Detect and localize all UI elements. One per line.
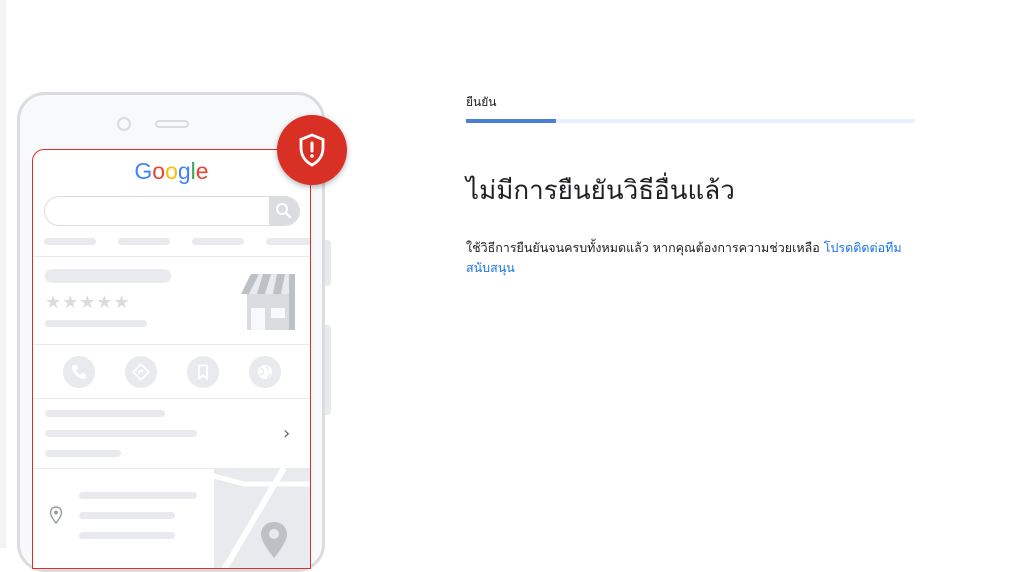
phone-side-button [325, 240, 331, 286]
google-logo-letter: o [152, 158, 166, 184]
divider [33, 256, 310, 257]
alert-badge [277, 115, 347, 185]
google-logo-letter: e [195, 158, 209, 184]
divider [33, 344, 310, 345]
shield-alert-icon [299, 133, 325, 167]
phone-side-button [325, 325, 331, 415]
page-title: ไม่มีการยืนยันวิธีอื่นแล้ว [466, 176, 735, 206]
description: ใช้วิธีการยืนยันจนครบทั้งหมดแล้ว หากคุณต… [466, 238, 926, 278]
text-placeholder [79, 492, 197, 499]
business-name-placeholder [45, 269, 171, 283]
progress-bar-fill [466, 119, 556, 123]
text-placeholder [79, 532, 175, 539]
call-action [63, 356, 95, 388]
text-placeholder [45, 430, 197, 437]
search-bar-illustration [44, 196, 300, 226]
chip-placeholder [266, 238, 310, 245]
rating-stars: ★★★★★ [45, 292, 131, 313]
text-placeholder [79, 512, 175, 519]
progress-bar [466, 119, 915, 123]
chip-placeholder [192, 238, 244, 245]
phone-icon [72, 365, 86, 379]
globe-icon [258, 365, 272, 379]
google-logo-letter: g [177, 158, 191, 184]
step-label: ยืนยัน [466, 95, 497, 109]
chevron-right-icon: › [283, 423, 291, 444]
website-action [249, 356, 281, 388]
text-placeholder [45, 410, 165, 417]
search-button-illustration [269, 197, 299, 225]
save-action [187, 356, 219, 388]
phone-speaker [155, 120, 189, 128]
google-logo-letter: G [134, 158, 153, 184]
chip-placeholder [118, 238, 170, 245]
text-placeholder [45, 450, 121, 457]
left-edge-strip [0, 0, 6, 548]
phone-camera [117, 117, 131, 131]
chip-placeholder [44, 238, 96, 245]
divider [33, 398, 310, 399]
phone-screen: Google ★★★★★ › [32, 149, 311, 569]
google-logo: Google [33, 158, 310, 185]
store-icon [241, 274, 295, 330]
directions-icon [132, 363, 150, 381]
search-icon [276, 203, 292, 219]
google-logo-letter: o [165, 158, 178, 184]
directions-action [125, 356, 157, 388]
text-placeholder [45, 320, 147, 327]
map-thumbnail [213, 466, 310, 568]
bookmark-icon [198, 364, 208, 381]
map-pin-icon [49, 506, 63, 524]
description-text: ใช้วิธีการยืนยันจนครบทั้งหมดแล้ว หากคุณต… [466, 240, 824, 255]
map-roads [213, 466, 310, 568]
